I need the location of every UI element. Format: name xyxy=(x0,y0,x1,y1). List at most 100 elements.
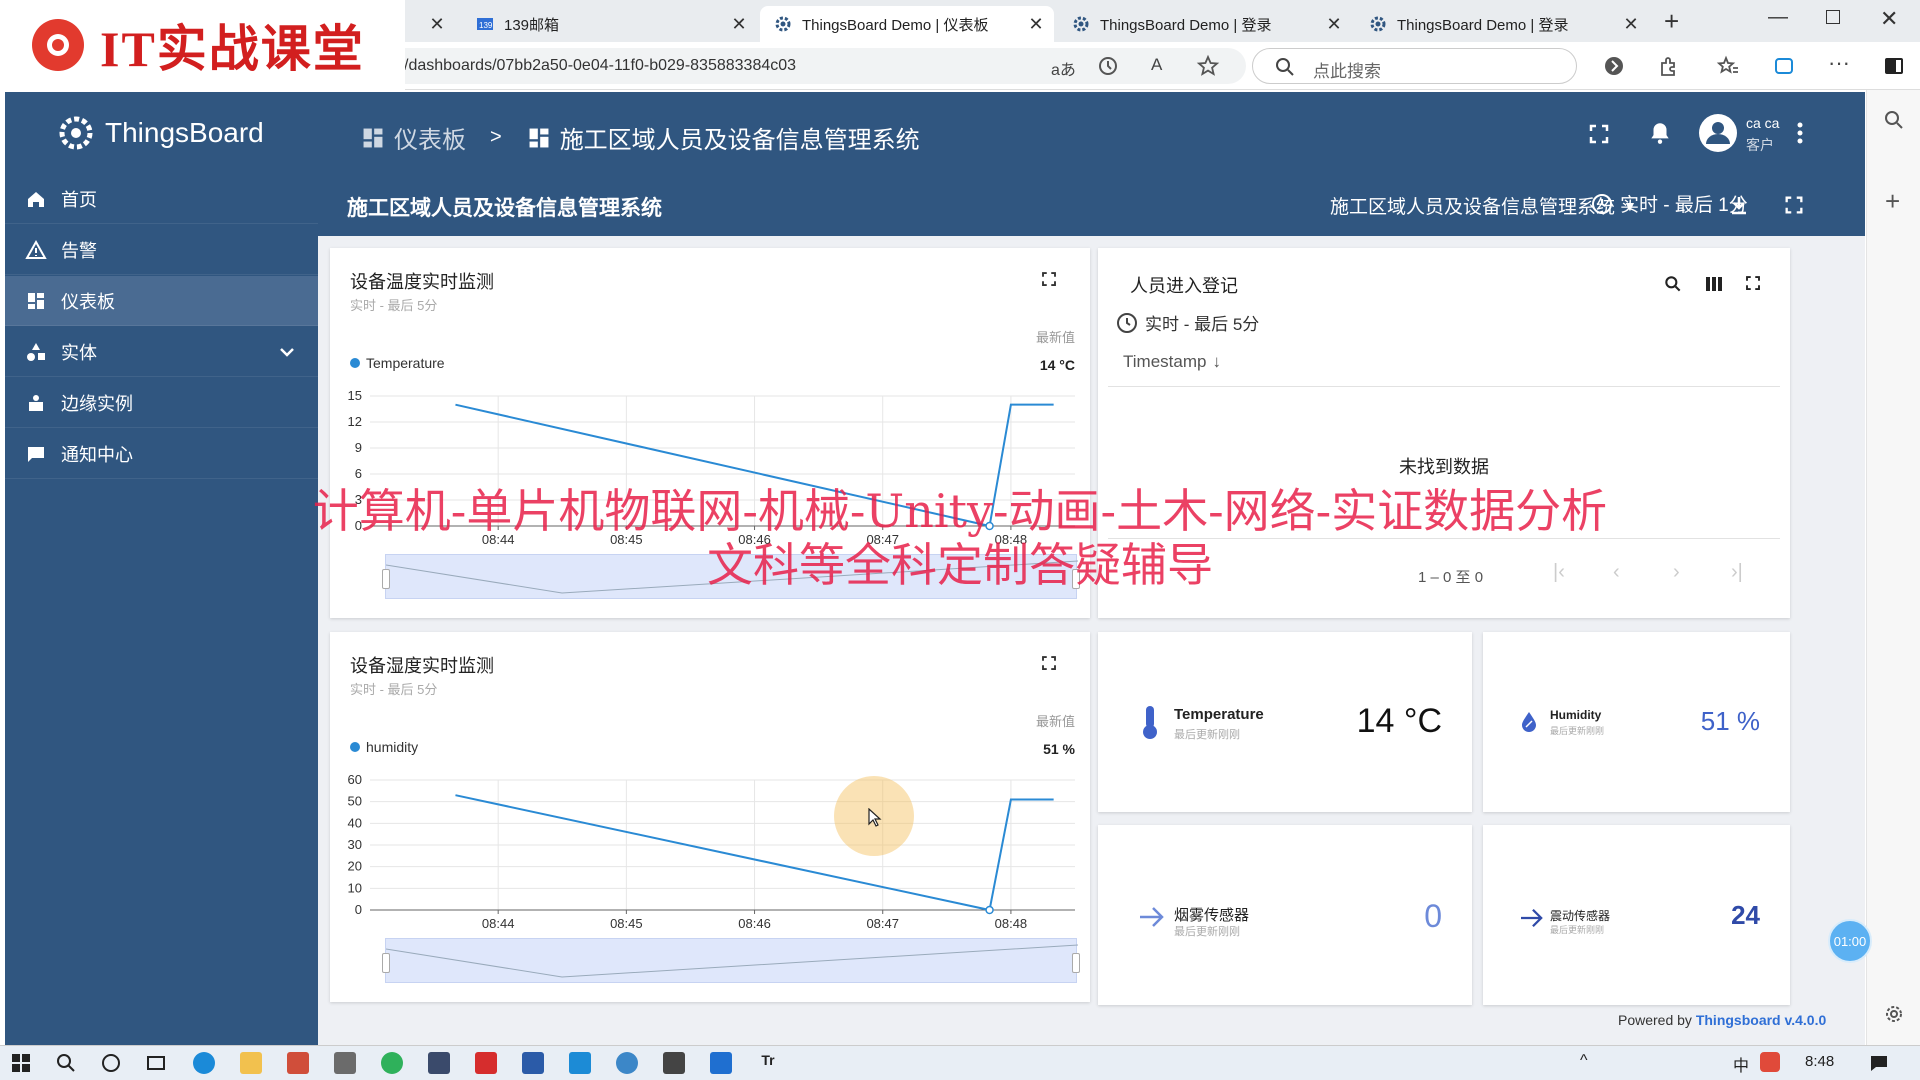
more-menu-icon[interactable]: ··· xyxy=(1828,50,1850,76)
column-header-timestamp[interactable]: Timestamp ↓ xyxy=(1123,352,1221,372)
translate-icon[interactable]: aあ xyxy=(1051,56,1076,80)
user-info[interactable]: ca ca 客户 xyxy=(1746,112,1779,156)
fullscreen-icon[interactable] xyxy=(1587,122,1611,146)
windows-start-icon[interactable] xyxy=(10,1052,32,1074)
tab-close-icon[interactable]: ✕ xyxy=(1026,14,1046,34)
breadcrumb-root[interactable]: 仪表板 xyxy=(394,120,466,155)
collections-icon[interactable] xyxy=(1772,54,1796,78)
app-icon[interactable] xyxy=(710,1052,732,1074)
datazoom-handle-left[interactable] xyxy=(382,953,390,973)
bell-icon[interactable] xyxy=(1647,120,1673,146)
dashboard-icon xyxy=(529,128,549,147)
search-icon[interactable] xyxy=(1663,274,1683,294)
legend-item[interactable]: Temperature xyxy=(350,355,445,371)
x-tick-label: 08:44 xyxy=(482,532,515,544)
fullscreen-icon[interactable] xyxy=(1040,270,1058,288)
columns-icon[interactable] xyxy=(1704,274,1724,294)
tray-app-icon[interactable] xyxy=(1760,1052,1780,1072)
app-icon[interactable] xyxy=(616,1052,638,1074)
cortana-icon[interactable] xyxy=(100,1052,122,1074)
table-timewindow[interactable]: 实时 - 最后 5分 xyxy=(1115,310,1259,335)
tab-login-2[interactable]: ThingsBoard Demo | 登录 ✕ xyxy=(1355,6,1649,42)
legend-label: humidity xyxy=(366,739,419,755)
x-tick-label: 08:47 xyxy=(866,532,899,544)
fullscreen-icon[interactable] xyxy=(1744,274,1762,292)
fullscreen-icon[interactable] xyxy=(1040,654,1058,672)
more-vert-icon[interactable] xyxy=(1794,120,1806,146)
avatar[interactable] xyxy=(1697,112,1739,154)
fullscreen-icon[interactable] xyxy=(1783,194,1805,216)
app-icon[interactable] xyxy=(428,1052,450,1074)
star-icon[interactable] xyxy=(1196,54,1220,78)
read-aloud-icon[interactable]: A xyxy=(1151,55,1162,75)
legend-item[interactable]: humidity xyxy=(350,739,418,755)
tray-chevron-icon[interactable]: ^ xyxy=(1580,1052,1588,1070)
app-icon[interactable] xyxy=(522,1052,544,1074)
app-icon[interactable] xyxy=(381,1052,403,1074)
tab-close-icon[interactable]: ✕ xyxy=(1621,14,1641,34)
tab-chrome[interactable]: ✕ xyxy=(405,6,455,42)
refresh-shield-icon[interactable] xyxy=(1096,54,1120,78)
footer-link[interactable]: Thingsboard v.4.0.0 xyxy=(1696,1012,1826,1028)
settings-gear-icon[interactable] xyxy=(1882,1002,1906,1026)
clock-time[interactable]: 8:48 xyxy=(1805,1053,1834,1070)
datazoom-handle-right[interactable] xyxy=(1072,953,1080,973)
ime-indicator[interactable]: 中 xyxy=(1733,1052,1749,1076)
tab-close-icon[interactable]: ✕ xyxy=(427,14,447,34)
smoke-sensor-card: 烟雾传感器 最后更新刚刚 0 xyxy=(1098,825,1472,1005)
timer-badge[interactable]: 01:00 xyxy=(1828,919,1872,963)
search-icon xyxy=(1276,58,1294,76)
sidebar-item-home[interactable]: 首页 xyxy=(5,174,318,224)
tab-close-icon[interactable]: ✕ xyxy=(1324,14,1344,34)
download-icon[interactable] xyxy=(1728,194,1750,216)
datazoom-handle-left[interactable] xyxy=(382,569,390,589)
next-page-icon[interactable]: › xyxy=(1673,561,1680,584)
minimize-icon[interactable]: — xyxy=(1768,6,1788,29)
favorites-icon[interactable] xyxy=(1716,54,1740,78)
profile-extension-icon[interactable] xyxy=(1602,54,1626,78)
datazoom-preview xyxy=(386,560,1078,594)
tab-mail[interactable]: 139 139邮箱 ✕ xyxy=(462,6,757,42)
tab-login-1[interactable]: ThingsBoard Demo | 登录 ✕ xyxy=(1058,6,1352,42)
close-window-icon[interactable]: ✕ xyxy=(1880,6,1898,32)
app-icon[interactable] xyxy=(334,1052,356,1074)
datazoom-slider[interactable] xyxy=(382,554,1080,599)
first-page-icon[interactable]: |‹ xyxy=(1553,561,1565,584)
wps-icon[interactable] xyxy=(475,1052,497,1074)
browser-search-input[interactable]: 点此搜索 xyxy=(1252,48,1577,84)
app-icon[interactable] xyxy=(663,1052,685,1074)
app-icon[interactable] xyxy=(569,1052,591,1074)
app-logo[interactable]: ThingsBoard xyxy=(53,110,264,156)
new-tab-icon[interactable]: + xyxy=(1664,6,1679,37)
sidebar-toggle-icon[interactable] xyxy=(1882,54,1906,78)
add-icon[interactable]: + xyxy=(1885,186,1900,217)
edge-browser-icon[interactable] xyxy=(193,1052,215,1074)
sidebar-item-alarms[interactable]: 告警 xyxy=(5,225,318,275)
x-tick-label: 08:46 xyxy=(738,532,771,544)
extensions-icon[interactable] xyxy=(1657,54,1681,78)
tab-close-icon[interactable]: ✕ xyxy=(729,14,749,34)
timewindow-button[interactable]: 实时 - 最后 1分 xyxy=(1590,190,1748,217)
datazoom-handle-right[interactable] xyxy=(1072,569,1080,589)
search-icon[interactable] xyxy=(1882,108,1906,132)
search-icon[interactable] xyxy=(55,1052,77,1074)
task-view-icon[interactable] xyxy=(145,1052,167,1074)
typora-icon[interactable]: Tr xyxy=(757,1052,779,1074)
last-page-icon[interactable]: ›| xyxy=(1731,561,1743,584)
sidebar-item-entities[interactable]: 实体 xyxy=(5,327,318,377)
notification-icon[interactable] xyxy=(1868,1052,1890,1074)
app-icon[interactable] xyxy=(287,1052,309,1074)
temperature-chart-widget: 设备温度实时监测 实时 - 最后 5分 最新值 Temperature 14 °… xyxy=(330,248,1090,618)
sidebar-item-dashboards[interactable]: 仪表板 xyxy=(5,276,318,326)
tab-dashboard[interactable]: ThingsBoard Demo | 仪表板 ✕ xyxy=(760,6,1054,42)
chevron-down-icon[interactable] xyxy=(278,343,296,361)
data-point[interactable] xyxy=(985,521,994,531)
sidebar-item-edge[interactable]: 边缘实例 xyxy=(5,378,318,428)
prev-page-icon[interactable]: ‹ xyxy=(1613,561,1620,584)
restore-icon[interactable] xyxy=(1826,10,1840,24)
sidebar-item-notifications[interactable]: 通知中心 xyxy=(5,429,318,479)
pagination-range: 1 – 0 至 0 xyxy=(1418,569,1484,586)
file-explorer-icon[interactable] xyxy=(240,1052,262,1074)
data-point[interactable] xyxy=(985,905,994,915)
datazoom-slider[interactable] xyxy=(382,938,1080,983)
